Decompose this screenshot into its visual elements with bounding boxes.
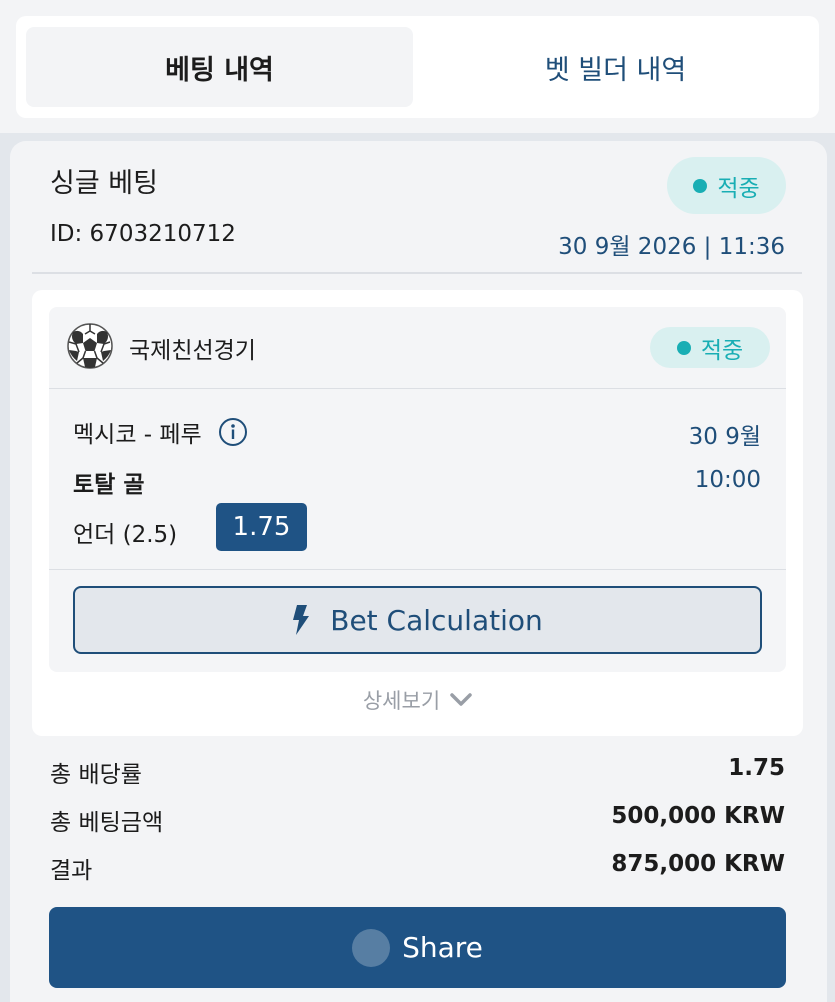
- match-name: 멕시코 - 페루: [73, 422, 202, 448]
- match-date: 30 9월: [688, 424, 761, 450]
- bet-calculation-label: Bet Calculation: [330, 603, 543, 637]
- total-stake-value: 500,000 KRW: [611, 803, 785, 829]
- bet-datetime: 30 9월 2026 | 11:36: [558, 234, 785, 260]
- info-icon[interactable]: [218, 417, 248, 447]
- total-stake-label: 총 베팅금액: [50, 810, 164, 836]
- tab-bet-builder-history[interactable]: 벳 빌더 내역: [422, 27, 809, 107]
- total-odds-value: 1.75: [728, 755, 785, 781]
- total-odds-label: 총 배당률: [50, 762, 142, 788]
- match-row: 멕시코 - 페루: [73, 415, 248, 449]
- bet-status-badge: 적중: [667, 157, 786, 214]
- bet-type-title: 싱글 베팅: [50, 168, 158, 199]
- share-button[interactable]: Share: [49, 907, 786, 988]
- bet-id: ID: 6703210712: [50, 221, 236, 247]
- lightning-icon: [293, 605, 310, 635]
- match-time: 10:00: [694, 467, 761, 493]
- bet-status-label: 적중: [717, 175, 760, 202]
- status-dot-icon: [693, 178, 708, 193]
- tab-bar-container: 베팅 내역 벳 빌더 내역: [0, 0, 835, 133]
- odds-badge: 1.75: [216, 503, 307, 551]
- details-toggle[interactable]: 상세보기: [32, 685, 803, 715]
- market-name: 토탈 골: [73, 472, 145, 498]
- tab-bar: 베팅 내역 벳 빌더 내역: [16, 16, 819, 118]
- details-label: 상세보기: [362, 689, 441, 713]
- event-card: 국제친선경기 적중 멕시코 - 페루 30 9월 토탈 골 10:00 언더 (…: [49, 307, 786, 672]
- share-icon: [352, 928, 391, 967]
- bet-card: 싱글 베팅 적중 ID: 6703210712 30 9월 2026 | 11:…: [10, 141, 827, 1002]
- soccer-ball-icon: [67, 323, 113, 369]
- tab-bet-history[interactable]: 베팅 내역: [26, 27, 413, 107]
- bet-calculation-button[interactable]: Bet Calculation: [73, 586, 762, 654]
- selection-panel: 국제친선경기 적중 멕시코 - 페루 30 9월 토탈 골 10:00 언더 (…: [32, 290, 803, 736]
- event-header: 국제친선경기 적중: [49, 307, 786, 389]
- divider: [49, 569, 786, 570]
- result-value: 875,000 KRW: [611, 851, 785, 877]
- event-status-badge: 적중: [650, 327, 770, 368]
- chevron-down-icon: [450, 693, 472, 706]
- share-label: Share: [402, 931, 483, 964]
- divider: [32, 272, 802, 274]
- status-dot-icon: [676, 340, 691, 355]
- league-name: 국제친선경기: [129, 338, 256, 364]
- result-label: 결과: [50, 858, 93, 884]
- event-status-label: 적중: [700, 337, 744, 364]
- divider: [49, 388, 786, 389]
- selection-name: 언더 (2.5): [73, 522, 178, 548]
